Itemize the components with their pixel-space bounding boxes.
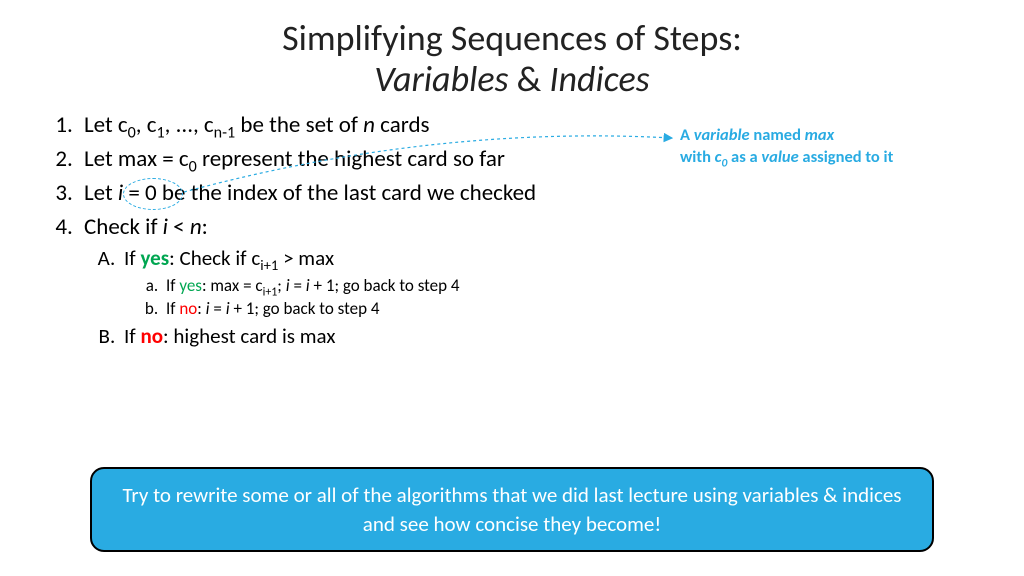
text: If xyxy=(124,323,140,349)
subscript: 0 xyxy=(189,157,197,176)
text: as a xyxy=(727,147,761,167)
text: with xyxy=(680,147,715,167)
text: represent the highest card so far xyxy=(197,145,505,173)
step-4A: If yes: Check if ci+1 > max If yes: max … xyxy=(120,245,994,319)
text: Let max = c xyxy=(84,145,189,173)
text: + 1; go back to step 4 xyxy=(310,275,460,296)
subscript: 0 xyxy=(128,123,136,142)
text: : Check if c xyxy=(169,245,260,271)
slide-title: Simplifying Sequences of Steps: Variable… xyxy=(0,0,1024,101)
subscript: n-1 xyxy=(214,123,236,142)
annotation-note: A variable named max with c0 as a value … xyxy=(680,124,1000,169)
text: be the set of xyxy=(235,111,363,139)
text: = 0 be the index of the last card we che… xyxy=(123,179,536,207)
text: If xyxy=(166,275,179,296)
substeps-4: If yes: Check if ci+1 > max If yes: max … xyxy=(84,245,994,349)
text: Let xyxy=(84,179,118,207)
text: > max xyxy=(278,245,334,271)
title-line-2: Variables & Indices xyxy=(0,59,1024,100)
annotation-line-1: A variable named max xyxy=(680,124,1000,146)
text: If xyxy=(124,245,140,271)
text: = xyxy=(210,298,226,319)
text: If xyxy=(166,298,179,319)
title-ampersand: & xyxy=(509,57,550,101)
step-4: Check if i < n: If yes: Check if ci+1 > … xyxy=(78,213,994,349)
no-label: no xyxy=(140,323,163,349)
yes-label: yes xyxy=(179,275,202,296)
text: c0 xyxy=(715,147,728,167)
text: : xyxy=(202,213,208,241)
no-label: no xyxy=(179,298,197,319)
text: : max = c xyxy=(202,275,263,296)
text: , c xyxy=(136,111,157,139)
title-word-variables: Variables xyxy=(374,57,508,101)
text: Let c xyxy=(84,111,128,139)
title-line-1: Simplifying Sequences of Steps: xyxy=(0,18,1024,59)
annotation-line-2: with c0 as a value assigned to it xyxy=(680,146,1000,168)
var-n: n xyxy=(190,213,202,241)
text: assigned to it xyxy=(799,147,894,167)
text: A xyxy=(680,125,694,145)
text: + 1; go back to step 4 xyxy=(230,298,380,319)
text: max xyxy=(805,125,835,145)
text: : xyxy=(197,298,205,319)
text: cards xyxy=(375,111,430,139)
title-word-indices: Indices xyxy=(549,57,649,101)
text: < xyxy=(168,213,190,241)
step-4A-a: If yes: max = ci+1; i = i + 1; go back t… xyxy=(162,275,994,296)
subscript: 1 xyxy=(156,123,164,142)
subscript: i+1 xyxy=(260,256,278,274)
text: Check if xyxy=(84,213,163,241)
substeps-4A: If yes: max = ci+1; i = i + 1; go back t… xyxy=(124,275,994,319)
var-n: n xyxy=(363,111,375,139)
callout-box: Try to rewrite some or all of the algori… xyxy=(90,467,934,552)
step-4B: If no: highest card is max xyxy=(120,323,994,349)
text: named xyxy=(750,125,805,145)
step-3: Let i = 0 be the index of the last card … xyxy=(78,179,994,207)
text: ; xyxy=(277,275,285,296)
text: value xyxy=(761,147,798,167)
yes-label: yes xyxy=(140,245,169,271)
text: : highest card is max xyxy=(163,323,335,349)
text: = xyxy=(290,275,306,296)
text: variable xyxy=(694,125,750,145)
step-4A-b: If no: i = i + 1; go back to step 4 xyxy=(162,298,994,319)
text: , ..., c xyxy=(165,111,214,139)
